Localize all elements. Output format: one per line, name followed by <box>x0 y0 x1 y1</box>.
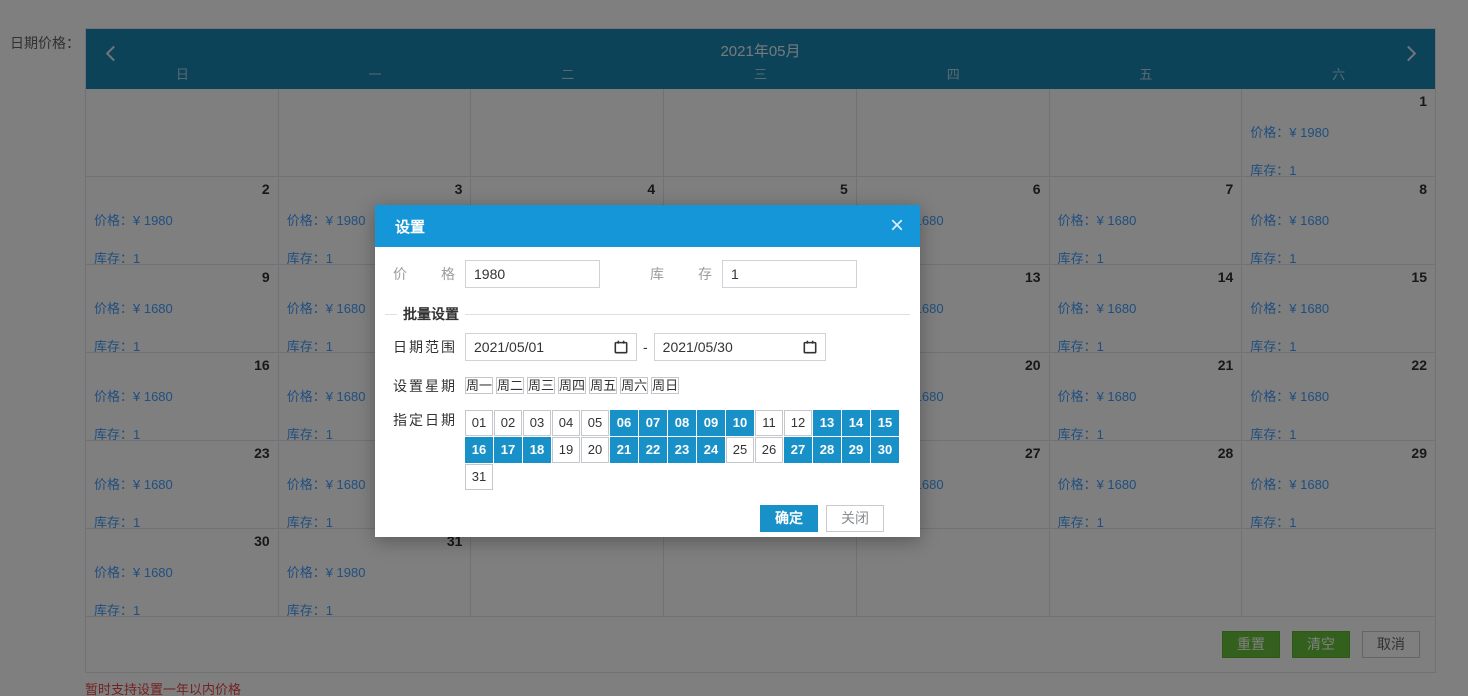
date-option-button[interactable]: 11 <box>755 410 783 436</box>
range-start-input[interactable]: 2021/05/01 <box>465 333 637 361</box>
batch-settings-legend: 批量设置 <box>397 304 465 324</box>
weekday-option-button[interactable]: 周五 <box>589 377 617 394</box>
date-option-button[interactable]: 23 <box>668 437 696 463</box>
date-range-row: 日期范围 2021/05/01 - 2021/05/30 <box>393 333 902 361</box>
range-end-value: 2021/05/30 <box>663 339 733 355</box>
date-option-button[interactable]: 28 <box>813 437 841 463</box>
range-separator: - <box>643 339 648 355</box>
calendar-icon <box>803 340 817 354</box>
date-option-button[interactable]: 03 <box>523 410 551 436</box>
date-option-button[interactable]: 14 <box>842 410 870 436</box>
date-option-button[interactable]: 05 <box>581 410 609 436</box>
date-option-button[interactable]: 09 <box>697 410 725 436</box>
date-option-button[interactable]: 07 <box>639 410 667 436</box>
date-option-button[interactable]: 21 <box>610 437 638 463</box>
batch-settings-fieldset: 批量设置 日期范围 2021/05/01 - 2021/05/30 设置星期 周… <box>385 304 910 491</box>
stock-label: 库存 <box>650 264 712 284</box>
specific-dates-label: 指定日期 <box>393 410 455 430</box>
date-range-label: 日期范围 <box>393 337 455 357</box>
date-option-button[interactable]: 02 <box>494 410 522 436</box>
date-option-button[interactable]: 31 <box>465 464 493 490</box>
date-option-button[interactable]: 18 <box>523 437 551 463</box>
date-option-button[interactable]: 24 <box>697 437 725 463</box>
price-label: 价格 <box>393 264 455 284</box>
weekday-option-button[interactable]: 周二 <box>496 377 524 394</box>
close-button[interactable]: 关闭 <box>826 505 884 532</box>
date-option-button[interactable]: 10 <box>726 410 754 436</box>
price-input[interactable] <box>465 260 600 288</box>
date-option-button[interactable]: 25 <box>726 437 754 463</box>
weekday-option-button[interactable]: 周一 <box>465 377 493 394</box>
date-option-button[interactable]: 20 <box>581 437 609 463</box>
date-option-button[interactable]: 26 <box>755 437 783 463</box>
date-option-button[interactable]: 22 <box>639 437 667 463</box>
weekday-option-button[interactable]: 周三 <box>527 377 555 394</box>
settings-dialog: 设置 × 价格 库存 批量设置 日期范围 2021/05/01 - 2021/0… <box>375 205 920 537</box>
stock-input[interactable] <box>722 260 857 288</box>
range-start-value: 2021/05/01 <box>474 339 544 355</box>
weekday-select-label: 设置星期 <box>393 376 455 396</box>
date-option-button[interactable]: 16 <box>465 437 493 463</box>
date-option-button[interactable]: 06 <box>610 410 638 436</box>
confirm-button[interactable]: 确定 <box>760 505 818 532</box>
date-option-button[interactable]: 04 <box>552 410 580 436</box>
weekday-option-button[interactable]: 周六 <box>620 377 648 394</box>
range-end-input[interactable]: 2021/05/30 <box>654 333 826 361</box>
date-option-button[interactable]: 12 <box>784 410 812 436</box>
date-options: 010203040506070809101112131415 1617181920… <box>465 410 902 491</box>
date-option-button[interactable]: 30 <box>871 437 899 463</box>
date-option-button[interactable]: 19 <box>552 437 580 463</box>
date-option-button[interactable]: 17 <box>494 437 522 463</box>
weekday-select-row: 设置星期 周一周二周三周四周五周六周日 <box>393 374 902 397</box>
dialog-header: 设置 × <box>375 205 920 247</box>
dialog-footer: 确定 关闭 <box>393 491 902 532</box>
date-option-button[interactable]: 15 <box>871 410 899 436</box>
specific-dates-row: 指定日期 01020304050607080910111213141516171… <box>393 410 902 491</box>
price-stock-row: 价格 库存 <box>393 260 902 288</box>
close-icon[interactable]: × <box>890 214 904 238</box>
date-option-button[interactable]: 27 <box>784 437 812 463</box>
dialog-title: 设置 <box>395 216 425 237</box>
date-option-button[interactable]: 29 <box>842 437 870 463</box>
weekday-options: 周一周二周三周四周五周六周日 <box>465 374 682 397</box>
weekday-option-button[interactable]: 周日 <box>651 377 679 394</box>
dialog-body: 价格 库存 批量设置 日期范围 2021/05/01 - 2021/05/30 … <box>375 247 920 532</box>
date-option-button[interactable]: 13 <box>813 410 841 436</box>
calendar-icon <box>614 340 628 354</box>
weekday-option-button[interactable]: 周四 <box>558 377 586 394</box>
date-option-button[interactable]: 08 <box>668 410 696 436</box>
date-option-button[interactable]: 01 <box>465 410 493 436</box>
